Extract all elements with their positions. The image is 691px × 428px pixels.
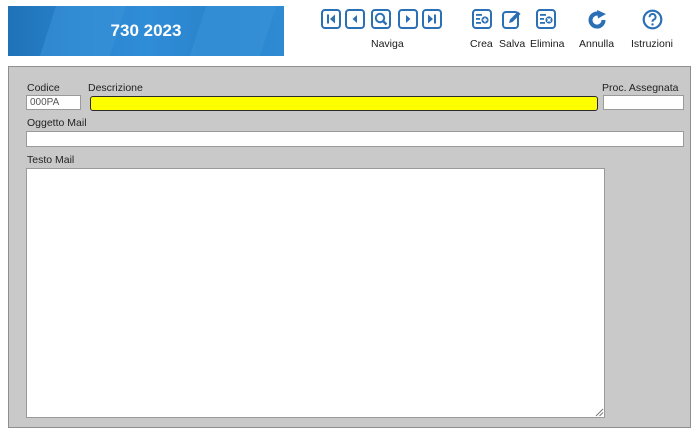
- testo-mail-label: Testo Mail: [27, 154, 75, 166]
- proc-assegnata-label: Proc. Assegnata: [602, 82, 679, 94]
- codice-label: Codice: [27, 82, 60, 94]
- last-record-icon[interactable]: [422, 9, 442, 29]
- next-record-icon[interactable]: [398, 9, 418, 29]
- istruzioni-label: Istruzioni: [631, 38, 674, 50]
- oggetto-mail-label: Oggetto Mail: [27, 117, 87, 129]
- help-icon: [642, 9, 663, 30]
- proc-assegnata-field[interactable]: [603, 95, 684, 110]
- app-title-banner: 730 2023: [8, 6, 284, 56]
- search-icon[interactable]: [371, 9, 391, 29]
- salva-label: Salva: [499, 38, 526, 50]
- testo-mail-textarea[interactable]: [26, 168, 605, 418]
- annulla-label: Annulla: [579, 38, 615, 50]
- undo-icon: [588, 10, 606, 29]
- oggetto-mail-field[interactable]: [26, 131, 684, 147]
- crea-label: Crea: [470, 38, 493, 50]
- create-icon: [472, 9, 492, 29]
- edit-save-icon: [502, 11, 521, 29]
- descrizione-label: Descrizione: [88, 82, 143, 94]
- descrizione-field[interactable]: [90, 96, 598, 111]
- first-record-icon[interactable]: [321, 9, 341, 29]
- codice-field[interactable]: 000PA: [26, 95, 81, 110]
- elimina-label: Elimina: [530, 38, 565, 50]
- previous-record-icon[interactable]: [345, 9, 365, 29]
- header: 730 2023 Naviga Crea Salva Elimina Annul…: [0, 0, 691, 58]
- app-title: 730 2023: [110, 21, 182, 40]
- form-panel: Codice 000PA Descrizione Proc. Assegnata…: [8, 66, 691, 428]
- naviga-label: Naviga: [371, 38, 404, 50]
- resize-grip-icon[interactable]: [595, 408, 604, 417]
- delete-icon: [536, 9, 556, 29]
